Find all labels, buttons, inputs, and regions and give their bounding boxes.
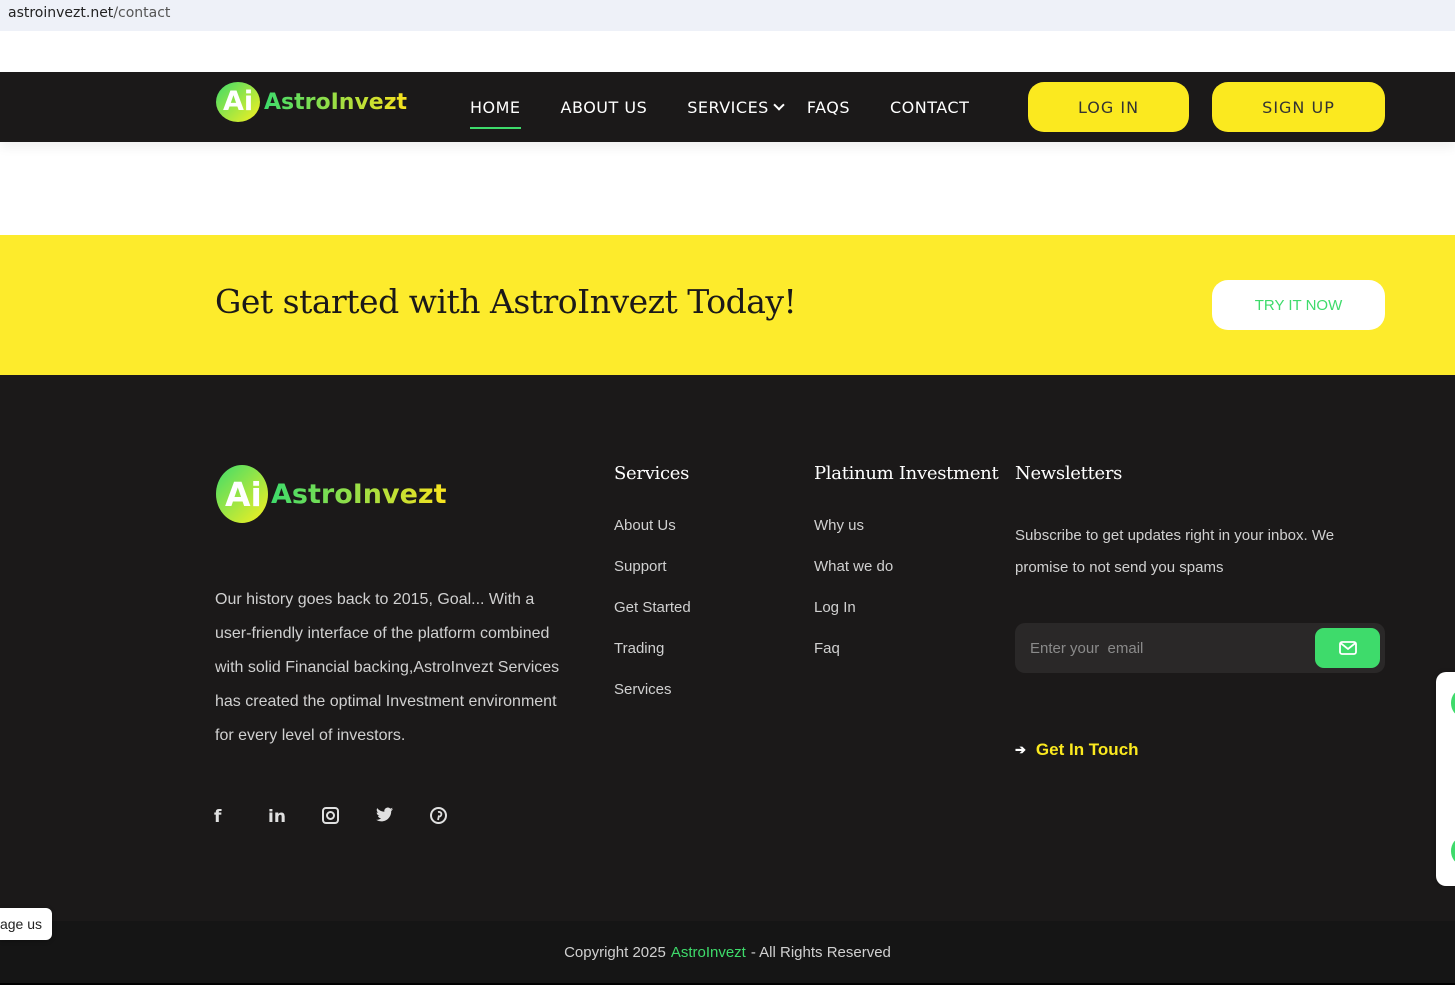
chevron-down-icon bbox=[773, 99, 785, 111]
platinum-column-title: Platinum Investment bbox=[814, 463, 999, 484]
address-bar[interactable]: astroinvezt.net/contact bbox=[0, 0, 1455, 31]
footer-logo[interactable]: Ai AstroInvezt bbox=[216, 465, 447, 523]
cta-banner: Get started with AstroInvezt Today! TRY … bbox=[0, 235, 1455, 375]
widget-avatar-icon bbox=[1451, 690, 1455, 716]
footer-link-log-in[interactable]: Log In bbox=[814, 599, 893, 640]
footer-link-get-started[interactable]: Get Started bbox=[614, 599, 691, 640]
instagram-icon[interactable] bbox=[322, 807, 376, 827]
try-it-now-button[interactable]: TRY IT NOW bbox=[1212, 280, 1385, 330]
nav-services[interactable]: SERVICES bbox=[687, 72, 785, 142]
logo-wordmark: AstroInvezt bbox=[271, 478, 447, 510]
arrow-right-icon: ➔ bbox=[1015, 742, 1026, 757]
footer-link-what-we-do[interactable]: What we do bbox=[814, 558, 893, 599]
nav-faqs[interactable]: FAQS bbox=[807, 72, 850, 142]
platinum-links: Why us What we do Log In Faq bbox=[814, 517, 893, 681]
footer-link-support[interactable]: Support bbox=[614, 558, 691, 599]
footer-link-about-us[interactable]: About Us bbox=[614, 517, 691, 558]
facebook-icon[interactable]: f bbox=[214, 807, 268, 827]
services-column-title: Services bbox=[614, 463, 690, 484]
nav-links: HOME ABOUT US SERVICES FAQS CONTACT bbox=[470, 72, 1009, 142]
widget-avatar-icon bbox=[1451, 838, 1455, 864]
nav-contact[interactable]: CONTACT bbox=[890, 72, 969, 142]
social-links: f in bbox=[214, 807, 484, 827]
copyright-bar: Copyright 2025 AstroInvezt - All Rights … bbox=[0, 921, 1455, 985]
footer-about-text: Our history goes back to 2015, Goal... W… bbox=[215, 591, 560, 744]
signup-button[interactable]: SIGN UP bbox=[1212, 82, 1385, 132]
newsletter-form bbox=[1015, 623, 1385, 673]
subscribe-button[interactable] bbox=[1315, 628, 1380, 668]
footer-link-services[interactable]: Services bbox=[614, 681, 691, 722]
pinterest-icon[interactable] bbox=[430, 807, 484, 827]
main-navbar: Ai AstroInvezt HOME ABOUT US SERVICES FA… bbox=[0, 72, 1455, 142]
footer-link-trading[interactable]: Trading bbox=[614, 640, 691, 681]
header-logo[interactable]: Ai AstroInvezt bbox=[216, 82, 407, 122]
copyright-brand-link[interactable]: AstroInvezt bbox=[671, 944, 746, 961]
newsletter-text: Subscribe to get updates right in your i… bbox=[1015, 527, 1335, 576]
newsletter-title: Newsletters bbox=[1015, 463, 1123, 484]
url-host: astroinvezt.net bbox=[8, 5, 114, 21]
side-chat-widget[interactable] bbox=[1436, 672, 1455, 886]
twitter-icon[interactable] bbox=[376, 807, 430, 827]
footer-link-why-us[interactable]: Why us bbox=[814, 517, 893, 558]
envelope-icon bbox=[1338, 641, 1357, 655]
get-in-touch-link[interactable]: ➔ Get In Touch bbox=[1015, 740, 1139, 760]
email-input[interactable] bbox=[1015, 623, 1315, 673]
footer-link-faq[interactable]: Faq bbox=[814, 640, 893, 681]
linkedin-icon[interactable]: in bbox=[268, 807, 322, 827]
manage-consent-tab[interactable]: age us bbox=[0, 908, 52, 940]
nav-about-us[interactable]: ABOUT US bbox=[561, 72, 648, 142]
logo-mark-icon: Ai bbox=[216, 465, 268, 523]
login-button[interactable]: LOG IN bbox=[1028, 82, 1189, 132]
logo-mark-icon: Ai bbox=[216, 82, 260, 122]
footer: Ai AstroInvezt Our history goes back to … bbox=[0, 375, 1455, 921]
logo-wordmark: AstroInvezt bbox=[264, 89, 408, 115]
cta-heading: Get started with AstroInvezt Today! bbox=[215, 282, 797, 321]
nav-home[interactable]: HOME bbox=[470, 72, 521, 142]
url-path: /contact bbox=[113, 5, 171, 21]
services-links: About Us Support Get Started Trading Ser… bbox=[614, 517, 691, 722]
